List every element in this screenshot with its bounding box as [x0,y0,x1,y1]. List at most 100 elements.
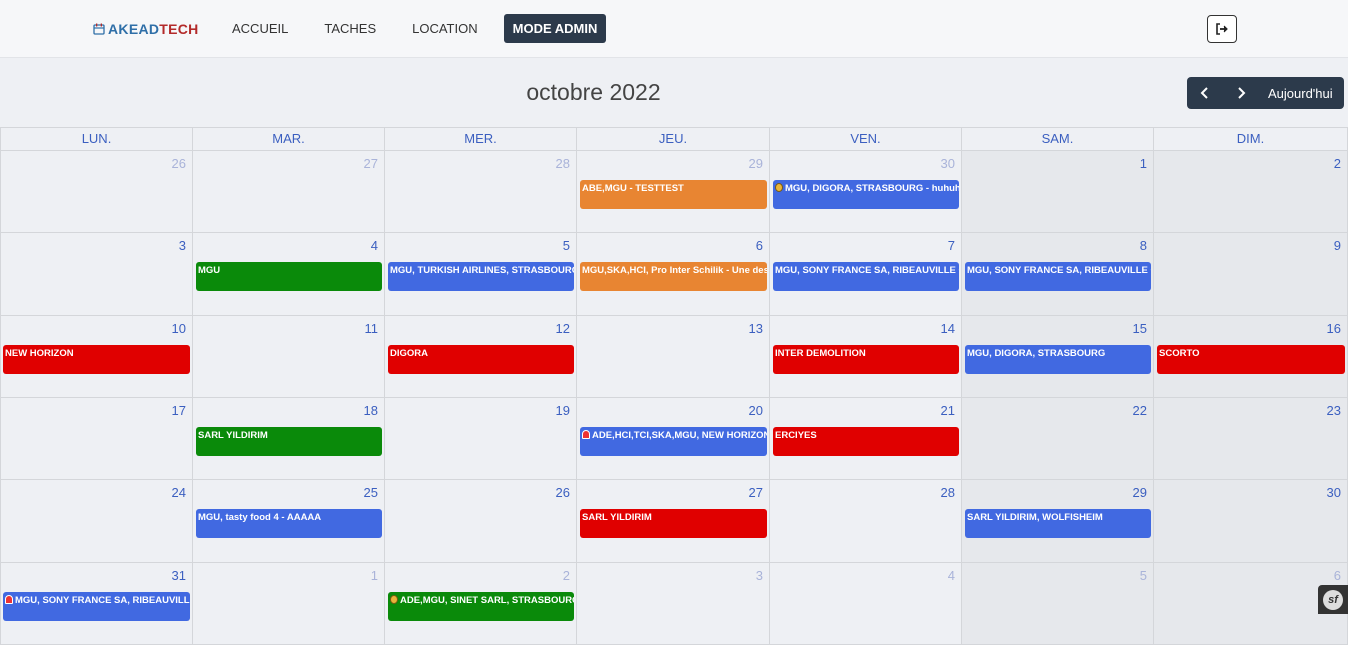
day-cell[interactable]: 28 [385,151,577,233]
day-number[interactable]: 2 [563,568,570,583]
nav-taches[interactable]: TACHES [314,14,386,43]
event-title: SARL YILDIRIM, WOLFISHEIM [967,512,1103,523]
calendar-event[interactable]: MGU, SONY FRANCE SA, RIBEAUVILLE CEDEX [773,262,959,291]
calendar-event[interactable]: INTER DEMOLITION [773,345,959,374]
calendar-event[interactable]: MGU, TURKISH AIRLINES, STRASBOURG - ... [388,262,574,291]
calendar-event[interactable]: NEW HORIZON [3,345,190,374]
calendar-event[interactable]: MGU,SKA,HCI, Pro Inter Schilik - Une des… [580,262,767,291]
day-cell[interactable]: 19 [385,398,577,480]
prev-month-button[interactable] [1187,77,1223,109]
day-number[interactable]: 12 [556,321,570,336]
calendar-event[interactable]: ADE,MGU, SINET SARL, STRASBOURG - ... [388,592,574,621]
day-number[interactable]: 2 [1334,156,1341,171]
day-number[interactable]: 14 [941,321,955,336]
day-number[interactable]: 5 [563,238,570,253]
calendar-event[interactable]: SARL YILDIRIM [196,427,382,456]
logout-button[interactable] [1207,15,1237,43]
calendar-event[interactable]: DIGORA [388,345,574,374]
day-number[interactable]: 13 [749,321,763,336]
day-cell[interactable]: 24 [0,480,193,563]
calendar-event[interactable]: SARL YILDIRIM [580,509,767,538]
day-number[interactable]: 19 [556,403,570,418]
day-cell[interactable]: 1 [962,151,1154,233]
day-number[interactable]: 29 [1133,485,1147,500]
day-number[interactable]: 28 [556,156,570,171]
day-cell[interactable]: 13 [577,316,770,398]
day-number[interactable]: 26 [172,156,186,171]
day-cell[interactable]: 1 [193,563,385,645]
day-number[interactable]: 7 [948,238,955,253]
day-number[interactable]: 1 [371,568,378,583]
day-number[interactable]: 26 [556,485,570,500]
day-number[interactable]: 8 [1140,238,1147,253]
day-cell[interactable]: 30 [1154,480,1348,563]
day-number[interactable]: 27 [749,485,763,500]
nav-accueil[interactable]: ACCUEIL [222,14,298,43]
day-number[interactable]: 29 [749,156,763,171]
day-number[interactable]: 30 [1327,485,1341,500]
day-number[interactable]: 5 [1140,568,1147,583]
day-number[interactable]: 20 [749,403,763,418]
day-number[interactable]: 11 [365,321,379,336]
day-number[interactable]: 6 [756,238,763,253]
day-number[interactable]: 3 [756,568,763,583]
day-number[interactable]: 9 [1334,238,1341,253]
today-button[interactable]: Aujourd'hui [1259,77,1333,109]
day-number[interactable]: 24 [172,485,186,500]
day-number[interactable]: 17 [172,403,186,418]
day-cell[interactable]: 4 [770,563,962,645]
app-logo[interactable]: AKEAD TECH [93,21,199,37]
day-number[interactable]: 25 [364,485,378,500]
calendar-event[interactable]: MGU, tasty food 4 - AAAAA [196,509,382,538]
day-cell[interactable]: 26 [385,480,577,563]
chevron-right-icon [1238,87,1246,99]
day-number[interactable]: 15 [1133,321,1147,336]
day-cell[interactable]: 3 [577,563,770,645]
day-number[interactable]: 22 [1133,403,1147,418]
day-number[interactable]: 10 [172,321,186,336]
nav-location[interactable]: LOCATION [402,14,488,43]
nav-mode-admin[interactable]: MODE ADMIN [503,14,607,43]
day-number[interactable]: 18 [364,403,378,418]
day-number[interactable]: 3 [179,238,186,253]
calendar-event[interactable]: ABE,MGU - TESTTEST [580,180,767,209]
day-number[interactable]: 27 [364,156,378,171]
day-cell[interactable]: 23 [1154,398,1348,480]
event-title: ADE,MGU, SINET SARL, STRASBOURG - ... [400,595,574,606]
money-bag-icon [775,183,783,192]
day-number[interactable]: 6 [1334,568,1341,583]
day-cell[interactable]: 5 [962,563,1154,645]
calendar-event[interactable]: ERCIYES [773,427,959,456]
day-cell[interactable]: 28 [770,480,962,563]
event-title: SARL YILDIRIM [582,512,652,523]
day-cell[interactable]: 27 [193,151,385,233]
calendar-event[interactable]: MGU, DIGORA, STRASBOURG - huhuhuhuhu [773,180,959,209]
next-month-button[interactable] [1223,77,1259,109]
day-number[interactable]: 28 [941,485,955,500]
calendar-event[interactable]: MGU [196,262,382,291]
calendar-event[interactable]: MGU, DIGORA, STRASBOURG [965,345,1151,374]
day-number[interactable]: 4 [371,238,378,253]
day-number[interactable]: 23 [1327,403,1341,418]
day-number[interactable]: 30 [941,156,955,171]
main-nav: ACCUEIL TACHES LOCATION MODE ADMIN [222,14,622,43]
day-cell[interactable]: 26 [0,151,193,233]
day-cell[interactable]: 9 [1154,233,1348,316]
calendar-event[interactable]: ADE,HCI,TCI,SKA,MGU, NEW HORIZON, ... [580,427,767,456]
calendar-event[interactable]: MGU, SONY FRANCE SA, RIBEAUVILLE CEDEX [965,262,1151,291]
alert-icon [5,595,13,604]
day-number[interactable]: 31 [172,568,186,583]
day-cell[interactable]: 11 [193,316,385,398]
day-cell[interactable]: 22 [962,398,1154,480]
day-cell[interactable]: 2 [1154,151,1348,233]
day-cell[interactable]: 3 [0,233,193,316]
day-cell[interactable]: 17 [0,398,193,480]
symfony-debug-toolbar-toggle[interactable]: sf [1318,585,1348,614]
day-number[interactable]: 4 [948,568,955,583]
calendar-event[interactable]: MGU, SONY FRANCE SA, RIBEAUVILLE CEDEX [3,592,190,621]
day-number[interactable]: 16 [1327,321,1341,336]
day-number[interactable]: 21 [941,403,955,418]
calendar-event[interactable]: SARL YILDIRIM, WOLFISHEIM [965,509,1151,538]
calendar-event[interactable]: SCORTO [1157,345,1345,374]
day-number[interactable]: 1 [1140,156,1147,171]
